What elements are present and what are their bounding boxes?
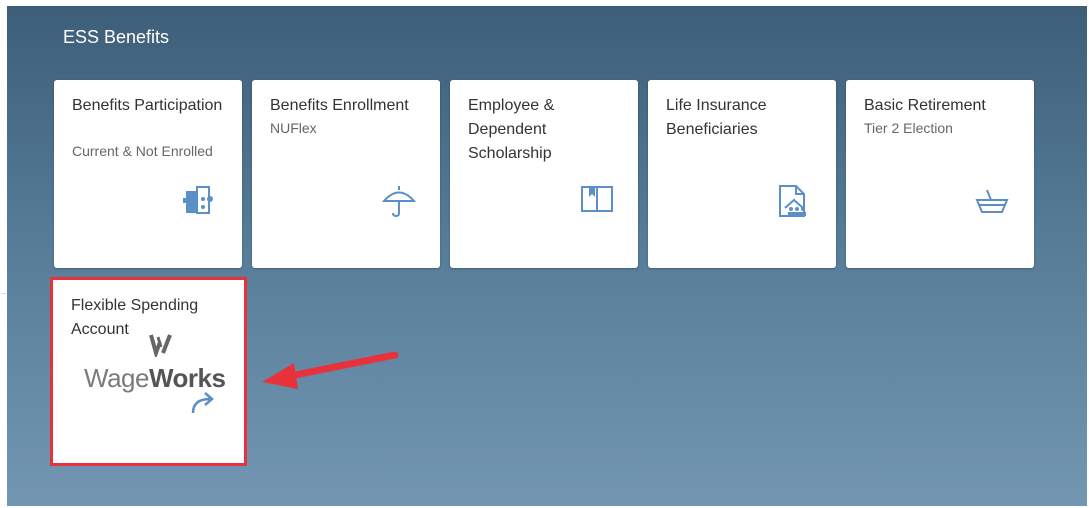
launchpad-group: ESS Benefits Benefits Participation Curr…	[7, 6, 1087, 506]
page-edge-tick	[1, 293, 6, 294]
annotation-arrow	[262, 351, 399, 389]
